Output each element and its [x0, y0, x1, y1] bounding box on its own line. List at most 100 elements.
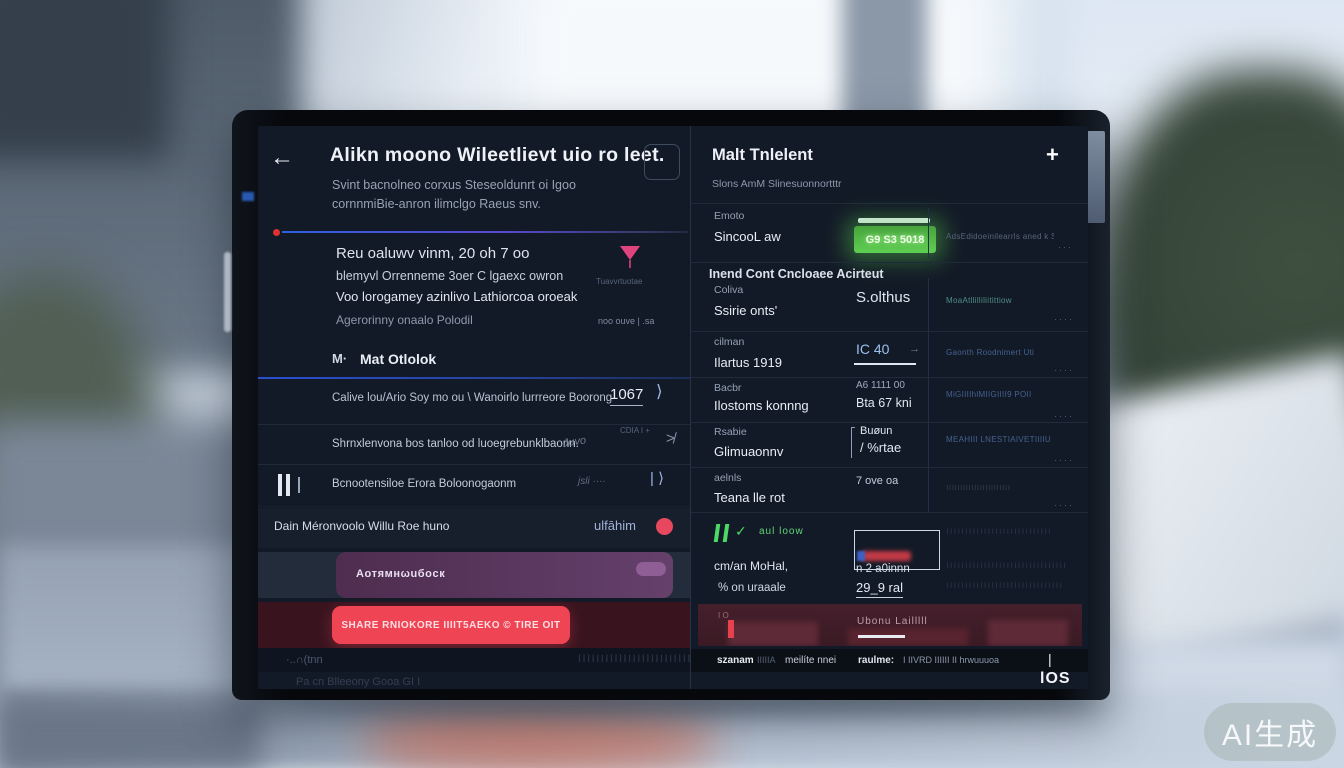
row-note: MoaAtllilliliitittiow [946, 296, 1061, 305]
background-building-corner [0, 0, 170, 160]
row-value: 7 ove oa [856, 475, 898, 487]
row-value: S.olthus [856, 289, 910, 306]
purple-row: Аотямнωuбоcк [258, 552, 691, 598]
summary-line1: Reu oaluwv vinm, 20 oh 7 oo [336, 245, 529, 262]
row-script-note: Juvo [562, 434, 587, 450]
green-check-icon: ✓ [735, 523, 747, 539]
bezel-reflection [1087, 131, 1105, 223]
list-item[interactable]: Dain Méronvoolo Willu Roe huno ulfāhim [258, 508, 691, 548]
pause-icon [278, 474, 282, 496]
app-screen: ← Alikn moono Wileetlievt uio ro leet. S… [258, 126, 1088, 689]
headphone-icon: ·..∩(tnn [286, 654, 323, 667]
table-row[interactable]: Coliva Ssirie onts' S.olthus MoaAtllilli… [691, 276, 1088, 331]
footer-row[interactable]: ·..∩(tnn IIIIIIIIIIIIIIIIIIIIIIIIIIIIII [258, 648, 691, 672]
arrow-up-icon: ≯ [666, 430, 675, 447]
divider [258, 464, 691, 465]
divider [691, 512, 1088, 513]
stats-value-line1: n 2 a0innn [856, 563, 910, 576]
bottom-bar-item[interactable]: IIIIIA [757, 655, 776, 665]
kebab-menu-icon[interactable]: ···· [1054, 365, 1074, 375]
toggle-pill[interactable] [636, 562, 666, 576]
right-panel: Malt Tnlelent + Slons AmM Slinesuonnortt… [691, 126, 1088, 689]
kebab-menu-icon[interactable]: ··· [1058, 242, 1073, 252]
add-icon[interactable]: + [1046, 142, 1059, 167]
ai-watermark-label: AI生成 [1222, 710, 1318, 754]
row-label-top: aelnls [714, 472, 741, 484]
bookmark-icon[interactable] [644, 144, 680, 180]
section-underline [258, 377, 691, 379]
row-label-bottom: Ssirie onts' [714, 303, 777, 318]
ai-watermark-badge: AI生成 [1204, 703, 1336, 761]
progress-dot [273, 229, 280, 236]
left-panel: ← Alikn moono Wileetlievt uio ro leet. S… [258, 126, 691, 689]
bottom-bar: szanam IIIIIA meilíte nnei raulme: I IIV… [691, 649, 1088, 672]
chevron-right-icon: ⟩ [656, 382, 663, 402]
list-item[interactable]: Bcnootensiloe Erora Boloonogaonm jsli ··… [258, 466, 691, 505]
kebab-menu-icon[interactable]: ···· [1054, 411, 1074, 421]
tablet-device: ← Alikn moono Wileetlievt uio ro leet. S… [232, 110, 1110, 700]
kebab-menu-icon[interactable]: ···· [1054, 455, 1074, 465]
table-row[interactable]: Bacbr Ilostoms konnng A6 1111 00 Bta 67 … [691, 378, 1088, 422]
bottom-bar-item[interactable]: raulme: [858, 655, 894, 667]
back-icon[interactable]: ← [270, 144, 294, 172]
row-label: Shrnxlenvona bos tanloo od luoegrebunklb… [332, 438, 579, 451]
stats-dashes: ıııııııııııııııııııııııııııııııı [946, 560, 1067, 572]
panel-title: Malt Tnlelent [712, 146, 813, 165]
bottom-bar-item[interactable]: szanam [717, 655, 754, 667]
green-bar-icon [723, 524, 730, 542]
record-dot-icon[interactable] [656, 518, 673, 535]
summary-right-caption: Tuavvrtuotae [596, 277, 642, 286]
purple-row-label: Аотямнωuбоcк [356, 568, 445, 581]
list-item[interactable]: Calive lou/Ario Soy mo ou \ Wanoirlo lur… [258, 380, 691, 424]
primary-action-button[interactable]: SHARE RNIOKORE IIIIT5AEKO © TIRE OIT [332, 606, 570, 644]
row-label-top: Bacbr [714, 382, 741, 394]
progress-line [282, 231, 688, 233]
green-label: aul loow [759, 526, 804, 538]
banner-skyline [988, 620, 1068, 646]
green-bar-icon [714, 524, 721, 542]
summary-line2: blemyvl Orrenneme 3oer C lgaexc owron [336, 269, 563, 283]
kebab-menu-icon[interactable]: ···· [1054, 500, 1074, 510]
divider [691, 262, 1088, 263]
row-label-top: Rsabie [714, 426, 747, 438]
summary-line3: Voo lorogamey azinlivo Lathiorcoa oroeak [336, 290, 577, 305]
red-section: SHARE RNIOKORE IIIIT5AEKO © TIRE OIT [258, 602, 691, 648]
background-darkstrip-left [0, 700, 260, 768]
stats-value-line2: 29_9 ral [856, 581, 903, 598]
footer-text: Pa cn Blleeony Gooa GI I [296, 676, 420, 689]
row-label: Bcnootensiloe Erora Boloonogaonm [332, 478, 516, 491]
row-value: / %rtae [860, 440, 901, 455]
bottom-bar-item[interactable]: meilíte nnei [785, 655, 836, 667]
banner-red-bar-icon [728, 620, 734, 638]
banner-skyline [728, 622, 818, 646]
stats-label-line2: % on uraaale [718, 582, 786, 595]
value-underline [854, 363, 916, 365]
table-row[interactable]: Rsabie Glimuaonnv Buøun / %rtae MEAHIII … [691, 423, 1088, 467]
chevron-right-icon: | ⟩ [650, 470, 664, 487]
row-label-bottom: SincooL aw [714, 229, 781, 244]
divider [691, 331, 1088, 332]
alert-triangle-icon [620, 246, 640, 260]
primary-action-label: SHARE RNIOKORE IIIIT5AEKO © TIRE OIT [341, 620, 560, 631]
summary-right-value: noo ouve | .sa [598, 316, 654, 326]
stats-label-line1: cm/an MoHal, [714, 560, 788, 574]
featured-row[interactable]: Emoto SincooL aw G9 S3 5018 AdsEdidoeini… [691, 204, 1088, 261]
row-label: Calive lou/Ario Soy mo ou \ Wanoirlo lur… [332, 392, 612, 405]
row-note: ııııııııııııııııııııııı [946, 482, 1061, 492]
subtitle-line2: cornnmiBie-anron ilimclgo Raeus snv. [332, 197, 541, 211]
kebab-menu-icon[interactable]: ···· [1054, 314, 1074, 324]
value-bracket [851, 427, 855, 458]
summary-line4: Agerorinny onaalo Polodil [336, 314, 473, 328]
table-row[interactable]: aelnls Teana lle rot 7 ove oa ıııııııııı… [691, 468, 1088, 512]
row-value: 1067 [610, 386, 643, 406]
alert-triangle-stem [629, 260, 631, 268]
section-prefix-icon: M· [332, 352, 347, 367]
table-row[interactable]: cilman Ilartus 1919 IC 40 → Gaonth Roodn… [691, 333, 1088, 377]
list-item[interactable]: Shrnxlenvona bos tanloo od luoegrebunklb… [258, 426, 691, 463]
promo-banner[interactable]: I O Ubonu Lailllll [698, 604, 1082, 646]
side-button[interactable] [224, 252, 231, 332]
bottom-bar-item[interactable]: I IIVRD IIIIII II hrwuuuoa [903, 655, 999, 665]
page-title: Alikn moono Wileetlievt uio ro leet. [330, 144, 665, 166]
row-note: MiGIIIIhlMIIGIIII9 POII [946, 390, 1061, 399]
purple-action-row[interactable]: Аотямнωuбоcк [336, 552, 673, 598]
